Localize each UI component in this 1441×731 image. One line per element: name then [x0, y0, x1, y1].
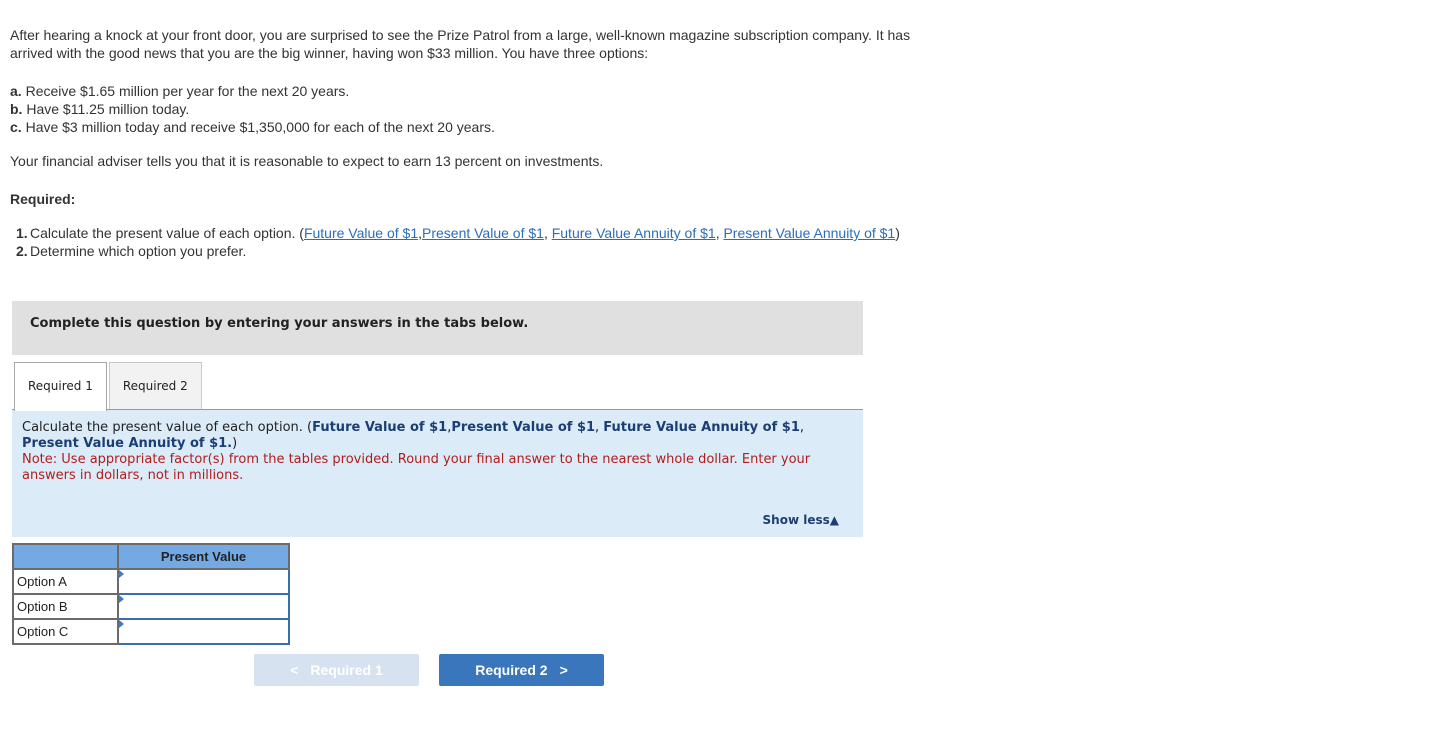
table-header-row: Present Value [12, 543, 290, 570]
row-label-option-b: Option B [12, 593, 119, 620]
adviser-text: Your financial adviser tells you that it… [10, 153, 604, 169]
prev-required-button[interactable]: < Required 1 [254, 654, 419, 686]
input-marker-icon [119, 595, 124, 603]
required-heading: Required: [10, 191, 76, 207]
present-value-table: Present Value Option A Option B Option C [12, 543, 290, 645]
triangle-up-icon: ▲ [829, 513, 839, 527]
tab-required-2[interactable]: Required 2 [108, 362, 202, 410]
tab-required-1[interactable]: Required 1 [14, 362, 107, 411]
tab-bar: Required 1 Required 2 [14, 362, 202, 411]
problem-intro: After hearing a knock at your front door… [10, 27, 911, 61]
link-future-value-annuity-1[interactable]: Future Value Annuity of $1 [552, 225, 716, 241]
input-marker-icon [119, 620, 124, 628]
prompt-panel: Calculate the present value of each opti… [12, 410, 863, 537]
link-present-value-annuity-1[interactable]: Present Value Annuity of $1 [723, 225, 895, 241]
prompt-link-future-value-annuity-1[interactable]: Future Value Annuity of $1 [603, 420, 800, 435]
table-row: Option C [12, 618, 290, 645]
table-row: Option A [12, 568, 290, 595]
required-list: 1. Calculate the present value of each o… [16, 224, 916, 260]
table-header-present-value: Present Value [117, 543, 290, 570]
prompt-link-present-value-1[interactable]: Present Value of $1 [451, 420, 595, 435]
option-c-present-value-input[interactable] [119, 621, 288, 642]
chevron-right-icon: > [559, 662, 568, 678]
options-list: a. Receive $1.65 million per year for th… [10, 82, 495, 136]
prompt-text: Calculate the present value of each opti… [22, 420, 805, 451]
link-future-value-1[interactable]: Future Value of $1 [304, 225, 418, 241]
required-item-2: 2. Determine which option you prefer. [16, 243, 247, 259]
prompt-note: Note: Use appropriate factor(s) from the… [22, 452, 811, 483]
required-item-1: 1. Calculate the present value of each o… [16, 225, 900, 241]
option-b: b. Have $11.25 million today. [10, 101, 190, 117]
row-label-option-c: Option C [12, 618, 119, 645]
prompt-link-present-value-annuity-1[interactable]: Present Value Annuity of $1. [22, 436, 232, 451]
input-marker-icon [119, 570, 124, 578]
table-header-blank [12, 543, 119, 570]
option-c: c. Have $3 million today and receive $1,… [10, 119, 495, 135]
option-a: a. Receive $1.65 million per year for th… [10, 83, 350, 99]
option-b-present-value-input[interactable] [119, 596, 288, 617]
next-required-button[interactable]: Required 2 > [439, 654, 604, 686]
prompt-link-future-value-1[interactable]: Future Value of $1 [312, 420, 447, 435]
chevron-left-icon: < [290, 662, 299, 678]
instruction-bar: Complete this question by entering your … [12, 301, 863, 355]
show-less-toggle[interactable]: Show less▲ [763, 512, 839, 528]
row-label-option-a: Option A [12, 568, 119, 595]
link-present-value-1[interactable]: Present Value of $1 [422, 225, 544, 241]
table-row: Option B [12, 593, 290, 620]
option-a-present-value-input[interactable] [119, 571, 288, 592]
